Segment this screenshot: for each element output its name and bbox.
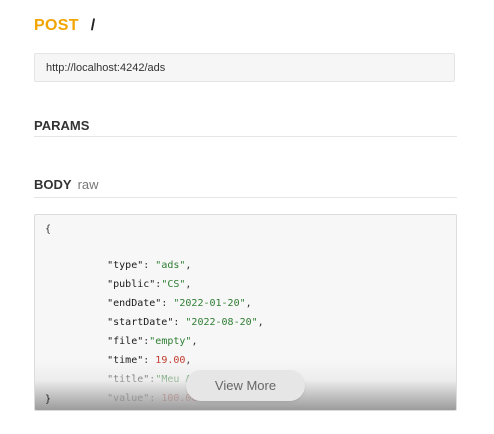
code-line: "time": 19.00, xyxy=(71,335,191,366)
view-more-button[interactable]: View More xyxy=(186,370,305,401)
body-section-title: BODY raw xyxy=(34,177,457,198)
code-line: "file":"empty", xyxy=(71,316,197,347)
request-body-code: { "type": "ads", "public":"CS", "endDate… xyxy=(34,214,457,411)
view-more-label: View More xyxy=(214,378,277,393)
code-line: "public":"CS", xyxy=(71,259,191,290)
params-label: PARAMS xyxy=(34,118,90,133)
body-type-label: raw xyxy=(77,177,99,192)
code-close-brace: } xyxy=(45,394,52,405)
url-text: http://localhost:4242/ads xyxy=(46,61,166,74)
http-method: POST xyxy=(34,17,79,34)
code-line: "title":"Meu AD", xyxy=(71,354,209,385)
code-line: "endDate": "2022-01-20", xyxy=(71,278,252,309)
code-line: "startDate": "2022-08-20", xyxy=(71,297,264,328)
request-line: POST / xyxy=(34,15,95,37)
request-path: / xyxy=(90,17,96,34)
params-section-title: PARAMS xyxy=(34,118,457,137)
code-comma: , xyxy=(257,317,264,328)
code-separator: : xyxy=(149,393,162,404)
url-field[interactable]: http://localhost:4242/ads xyxy=(34,53,455,82)
code-key: "value" xyxy=(107,393,150,404)
code-comma: , xyxy=(191,336,198,347)
code-line: "value": 100.00 xyxy=(71,373,197,404)
code-line: "type": "ads", xyxy=(71,240,191,271)
body-label: BODY xyxy=(34,177,72,192)
code-open-brace: { xyxy=(45,224,52,235)
